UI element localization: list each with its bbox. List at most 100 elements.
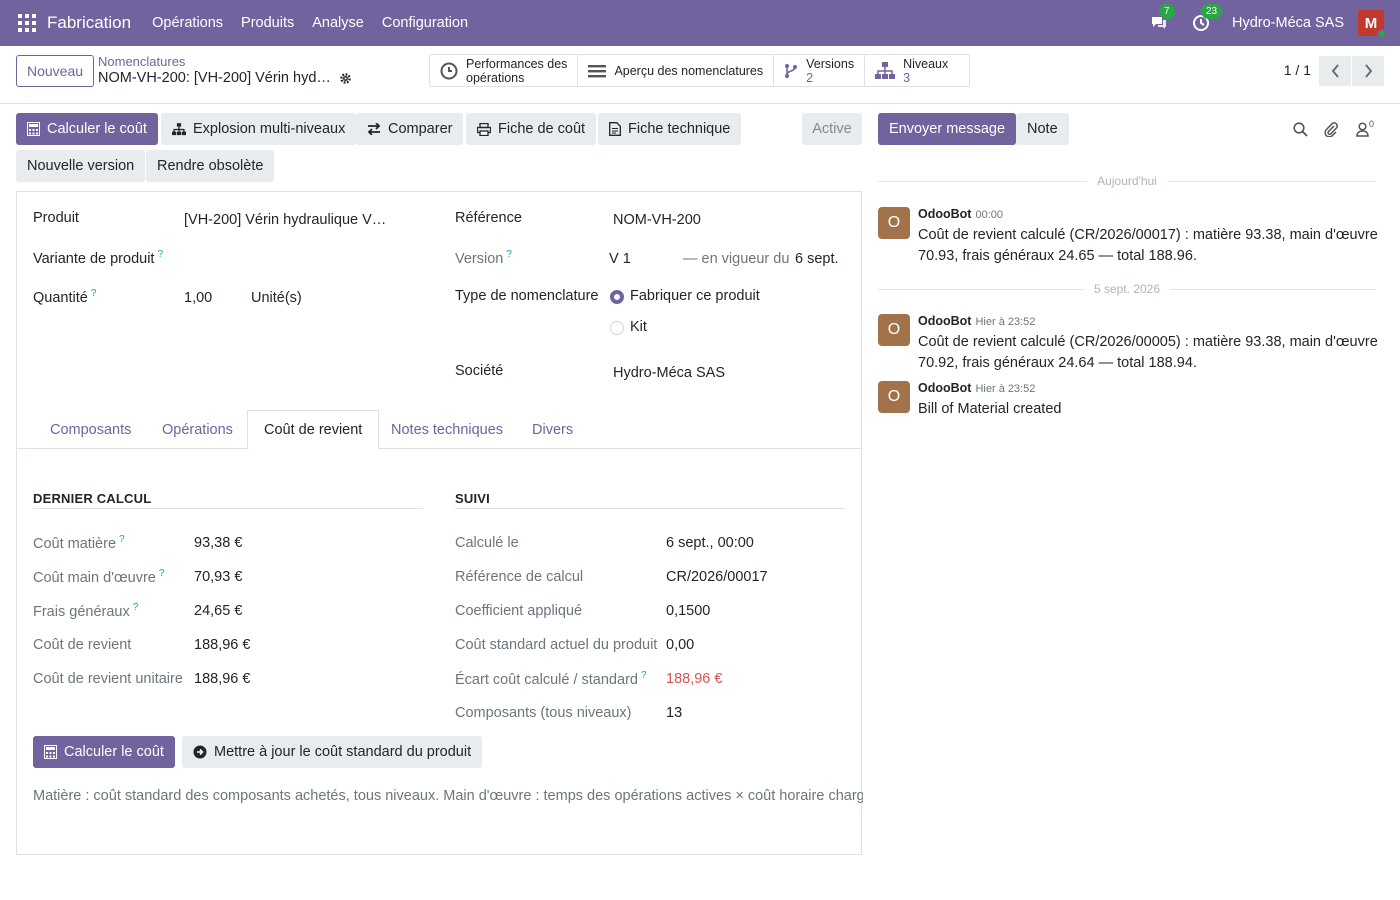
company-field[interactable]: Hydro-Méca SAS bbox=[613, 365, 725, 381]
author-avatar[interactable]: O bbox=[878, 207, 910, 239]
print-icon bbox=[477, 122, 491, 136]
top-navbar: Fabrication Opérations Produits Analyse … bbox=[0, 0, 1400, 46]
pager-value[interactable]: 1 / 1 bbox=[1284, 62, 1311, 78]
radio-kit-label[interactable]: Kit bbox=[630, 319, 647, 335]
calculator-icon bbox=[27, 122, 40, 136]
help-icon[interactable]: ? bbox=[91, 288, 97, 299]
cost-sheet-button[interactable]: Fiche de coût bbox=[466, 113, 597, 145]
chatter-message: O OdooBot Hier à 23:52 Coût de revient ca… bbox=[878, 314, 1378, 374]
date-separator-label: 5 sept. 2026 bbox=[1093, 282, 1161, 296]
product-field[interactable]: [VH-200] Vérin hydraulique V… bbox=[184, 212, 386, 228]
activity-clock-icon[interactable]: 23 bbox=[1190, 4, 1223, 34]
total-cost-label: Coût de revient bbox=[33, 637, 132, 653]
help-icon[interactable]: ? bbox=[159, 568, 165, 579]
menu-operations[interactable]: Opérations bbox=[152, 15, 223, 31]
cost-footnote: Matière : coût standard des composants a… bbox=[33, 788, 863, 804]
quantity-field[interactable]: 1,00 bbox=[184, 290, 212, 306]
variant-field[interactable] bbox=[184, 249, 384, 269]
last-calc-title: DERNIER CALCUL bbox=[33, 491, 152, 506]
make-obsolete-button[interactable]: Rendre obsolète bbox=[146, 150, 275, 182]
breadcrumb-parent[interactable]: Nomenclatures bbox=[98, 54, 185, 69]
compute-cost-inline-button[interactable]: Calculer le coût bbox=[33, 736, 175, 768]
button-label: Fiche technique bbox=[628, 121, 731, 137]
help-icon[interactable]: ? bbox=[133, 602, 139, 613]
versions-button[interactable]: Versions 2 bbox=[774, 55, 866, 86]
overhead-value: 24,65 € bbox=[194, 603, 243, 619]
menu-analysis[interactable]: Analyse bbox=[312, 15, 364, 31]
calc-reference-value: CR/2026/00017 bbox=[666, 569, 768, 585]
help-icon[interactable]: ? bbox=[641, 670, 647, 681]
button-label: Calculer le coût bbox=[64, 744, 164, 760]
document-icon bbox=[609, 122, 621, 136]
versions-count: 2 bbox=[806, 70, 814, 85]
product-label: Produit bbox=[33, 210, 79, 226]
message-author[interactable]: OdooBot bbox=[918, 207, 971, 221]
compare-button[interactable]: Comparer bbox=[356, 113, 464, 145]
search-icon[interactable] bbox=[1291, 120, 1309, 138]
message-time: Hier à 23:52 bbox=[975, 316, 1036, 328]
new-version-button[interactable]: Nouvelle version bbox=[16, 150, 146, 182]
valid-from-field[interactable]: 6 sept. bbox=[795, 251, 839, 267]
pager-previous-button[interactable] bbox=[1319, 56, 1351, 86]
message-author[interactable]: OdooBot bbox=[918, 381, 971, 395]
message-author[interactable]: OdooBot bbox=[918, 314, 971, 328]
reference-field[interactable]: NOM-VH-200 bbox=[613, 212, 701, 228]
user-avatar[interactable]: M bbox=[1358, 10, 1387, 39]
levels-button[interactable]: Niveaux 3 bbox=[865, 55, 969, 86]
bom-overview-button[interactable]: Aperçu des nomenclatures bbox=[578, 55, 775, 86]
menu-configuration[interactable]: Configuration bbox=[382, 15, 468, 31]
sitemap-icon bbox=[172, 122, 186, 135]
uom-field[interactable]: Unité(s) bbox=[251, 290, 302, 306]
log-note-button[interactable]: Note bbox=[1016, 113, 1069, 145]
unit-cost-value: 188,96 € bbox=[194, 671, 251, 687]
smart-buttons: Performances des opérations Aperçu des no… bbox=[429, 54, 971, 87]
send-message-button[interactable]: Envoyer message bbox=[878, 113, 1017, 145]
quantity-label: Quantité? bbox=[33, 288, 96, 306]
section-divider bbox=[455, 508, 845, 509]
company-label: Société bbox=[455, 363, 504, 379]
standard-cost-value: 0,00 bbox=[666, 637, 695, 653]
control-panel: Nouveau Nomenclatures NOM-VH-200: [VH-20… bbox=[0, 46, 1400, 104]
gear-icon[interactable] bbox=[339, 72, 352, 85]
message-time: 00:00 bbox=[975, 209, 1003, 221]
paperclip-icon[interactable] bbox=[1321, 120, 1339, 138]
compute-cost-button[interactable]: Calculer le coût bbox=[16, 113, 158, 145]
help-icon[interactable]: ? bbox=[157, 249, 163, 260]
author-avatar[interactable]: O bbox=[878, 381, 910, 413]
apps-grid-icon[interactable] bbox=[18, 14, 36, 32]
menu-products[interactable]: Produits bbox=[241, 15, 294, 31]
radio-manufacture-label[interactable]: Fabriquer ce produit bbox=[630, 288, 760, 304]
company-switcher[interactable]: Hydro-Méca SAS bbox=[1232, 15, 1344, 31]
operations-performance-button[interactable]: Performances des opérations bbox=[430, 55, 579, 86]
version-field[interactable]: V 1 bbox=[609, 251, 631, 267]
radio-manufacture[interactable] bbox=[610, 290, 624, 304]
tech-sheet-button[interactable]: Fiche technique bbox=[598, 113, 742, 145]
date-separator: 5 sept. 2026 bbox=[878, 282, 1376, 296]
tab-misc[interactable]: Divers bbox=[532, 410, 573, 449]
valid-from-label: — en vigueur du bbox=[683, 251, 790, 267]
date-separator: Aujourd'hui bbox=[878, 174, 1377, 188]
author-avatar[interactable]: O bbox=[878, 314, 910, 346]
tab-operations[interactable]: Opérations bbox=[162, 410, 233, 449]
tab-technical-notes[interactable]: Notes techniques bbox=[391, 410, 503, 449]
followers-user-icon[interactable]: 0 bbox=[1353, 119, 1377, 138]
pager-next-button[interactable] bbox=[1352, 56, 1384, 86]
status-active-badge[interactable]: Active bbox=[802, 113, 862, 145]
tab-components[interactable]: Composants bbox=[50, 410, 131, 449]
tab-cost[interactable]: Coût de revient bbox=[247, 410, 380, 450]
clock-icon bbox=[440, 62, 458, 79]
form-sheet: Produit [VH-200] Vérin hydraulique V… Va… bbox=[16, 191, 863, 855]
app-brand[interactable]: Fabrication bbox=[47, 13, 131, 33]
help-icon[interactable]: ? bbox=[506, 249, 512, 260]
reference-label: Référence bbox=[455, 210, 522, 226]
new-button[interactable]: Nouveau bbox=[16, 55, 95, 87]
update-standard-cost-button[interactable]: Mettre à jour le coût standard du produi… bbox=[182, 736, 483, 768]
chat-icon[interactable]: 7 bbox=[1148, 4, 1175, 34]
help-icon[interactable]: ? bbox=[119, 534, 125, 545]
exchange-icon bbox=[367, 123, 381, 135]
radio-kit[interactable] bbox=[610, 321, 624, 335]
multi-level-explosion-button[interactable]: Explosion multi-niveaux bbox=[161, 113, 357, 145]
levels-count: 3 bbox=[903, 70, 911, 85]
unit-cost-label: Coût de revient unitaire bbox=[33, 671, 183, 687]
message-body: Bill of Material created bbox=[918, 401, 1062, 417]
